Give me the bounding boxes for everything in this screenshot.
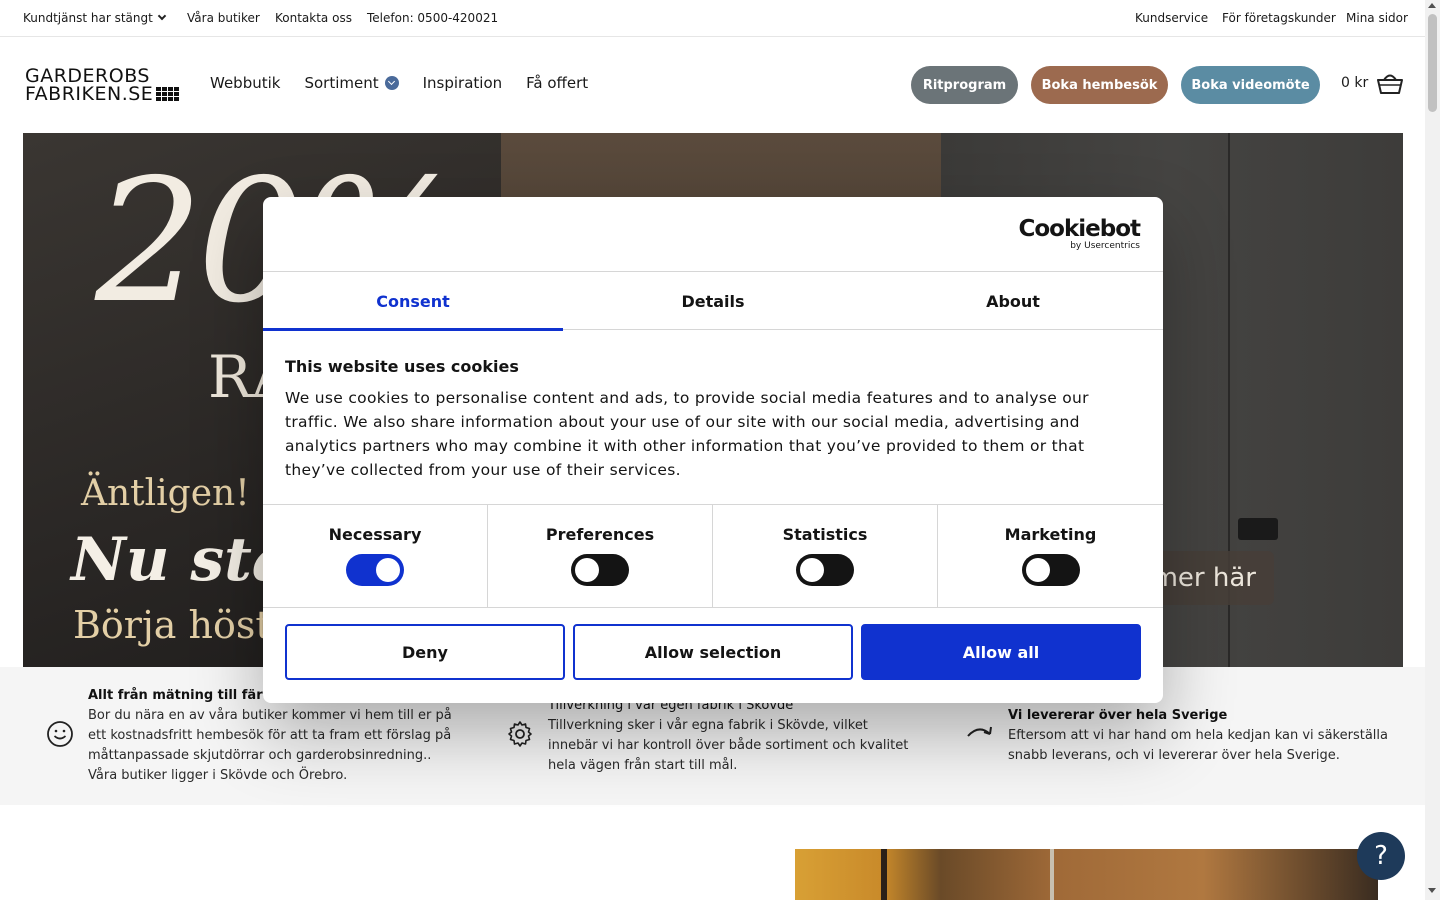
- scroll-up-icon[interactable]: [1428, 3, 1436, 8]
- cookiebot-brand: Cookiebot: [1018, 216, 1141, 242]
- contact-link[interactable]: Kontakta oss: [275, 11, 352, 25]
- statistics-toggle[interactable]: [796, 554, 854, 586]
- draw-program-button[interactable]: Ritprogram: [911, 66, 1018, 104]
- main-nav: Webbutik Sortiment Inspiration Få offert: [210, 74, 588, 92]
- image-detail: [881, 849, 887, 900]
- chevron-down-icon: [384, 76, 399, 90]
- hero-line-3: Börja höste: [73, 603, 294, 647]
- site-logo[interactable]: GARDEROBS FABRIKEN.SE: [25, 67, 180, 105]
- hero-line-2: Nu sta: [71, 525, 291, 595]
- category-label: Marketing: [1004, 525, 1097, 544]
- book-home-visit-button[interactable]: Boka hembesök: [1031, 66, 1168, 104]
- service-status-label: Kundtjänst har stängt: [23, 11, 153, 25]
- usp-text: Tillverkning sker i vår egna fabrik i Sk…: [548, 718, 909, 773]
- nav-inspiration[interactable]: Inspiration: [423, 74, 503, 92]
- usp-text: Bor du nära en av våra butiker kommer vi…: [88, 708, 452, 783]
- basket-icon: [1377, 74, 1404, 94]
- dialog-text: We use cookies to personalise content an…: [285, 389, 1089, 479]
- door-handle: [1238, 518, 1278, 540]
- dialog-heading: This website uses cookies: [285, 357, 519, 376]
- tab-about[interactable]: About: [863, 272, 1163, 330]
- nav-offert[interactable]: Få offert: [526, 74, 588, 92]
- cookiebot-logo[interactable]: Cookiebot by Usercentrics: [1018, 216, 1141, 251]
- book-video-meeting-button[interactable]: Boka videomöte: [1181, 66, 1320, 104]
- dialog-tabs: Consent Details About: [263, 272, 1163, 331]
- dialog-header: Cookiebot by Usercentrics: [263, 197, 1163, 272]
- usp-text: Eftersom att vi har hand om hela kedjan …: [1008, 728, 1388, 763]
- page-scrollbar[interactable]: [1425, 0, 1440, 900]
- logo-grid-icon: [156, 87, 180, 101]
- category-necessary: Necessary: [263, 505, 488, 607]
- scroll-down-icon[interactable]: [1428, 888, 1436, 893]
- hero-line-1: Äntligen!: [81, 473, 250, 514]
- marketing-toggle[interactable]: [1021, 554, 1080, 586]
- arrow-icon: [967, 726, 992, 737]
- image-detail: [1050, 849, 1054, 900]
- preferences-toggle[interactable]: [571, 554, 629, 586]
- tab-consent[interactable]: Consent: [263, 272, 563, 331]
- consent-categories: Necessary Preferences Statistics Marketi…: [263, 504, 1163, 608]
- service-status-dropdown[interactable]: Kundtjänst har stängt: [23, 11, 167, 25]
- logo-line-2: FABRIKEN.SE: [25, 83, 154, 105]
- cookiebot-byline: by Usercentrics: [1070, 241, 1140, 251]
- nav-sortiment[interactable]: Sortiment: [304, 74, 399, 92]
- allow-selection-button[interactable]: Allow selection: [573, 624, 853, 680]
- category-label: Preferences: [545, 525, 655, 544]
- category-preferences: Preferences: [488, 505, 713, 607]
- stores-link[interactable]: Våra butiker: [187, 11, 260, 25]
- chevron-down-icon: [157, 11, 167, 21]
- cart-button[interactable]: 0 kr: [1341, 71, 1404, 95]
- cookie-consent-dialog: Cookiebot by Usercentrics Consent Detail…: [263, 197, 1163, 703]
- cart-total: 0 kr: [1341, 75, 1369, 91]
- site-header: GARDEROBS FABRIKEN.SE Webbutik Sortiment…: [0, 37, 1425, 133]
- deny-button[interactable]: Deny: [285, 624, 565, 680]
- usp-item: Tillverkning i vår egen fabrik i Skövde …: [548, 696, 918, 776]
- nav-webbutik[interactable]: Webbutik: [210, 74, 280, 92]
- my-pages-link[interactable]: Mina sidor: [1346, 11, 1408, 25]
- dialog-body: This website uses cookies We use cookies…: [285, 357, 1135, 482]
- nav-sortiment-label: Sortiment: [304, 74, 379, 92]
- customer-service-link[interactable]: Kundservice: [1135, 11, 1208, 25]
- dialog-buttons: Deny Allow selection Allow all: [285, 624, 1141, 680]
- scrollbar-thumb[interactable]: [1428, 14, 1437, 112]
- phone-link[interactable]: Telefon: 0500-420021: [367, 11, 498, 25]
- help-button[interactable]: ?: [1357, 832, 1405, 880]
- usp-title: Vi levererar över hela Sverige: [1008, 708, 1228, 723]
- necessary-toggle[interactable]: [346, 554, 404, 586]
- category-statistics: Statistics: [713, 505, 938, 607]
- smiley-icon: [47, 721, 73, 747]
- tab-details[interactable]: Details: [563, 272, 863, 330]
- showroom-image: [795, 849, 1378, 900]
- usp-item: Vi levererar över hela Sverige Eftersom …: [1008, 706, 1388, 766]
- allow-all-button[interactable]: Allow all: [861, 624, 1141, 680]
- category-label: Statistics: [782, 525, 868, 544]
- category-marketing: Marketing: [938, 505, 1163, 607]
- business-link[interactable]: För företagskunder: [1222, 11, 1336, 25]
- gear-icon: [508, 721, 532, 747]
- category-label: Necessary: [328, 525, 422, 544]
- utility-bar: Kundtjänst har stängt Våra butiker Konta…: [0, 0, 1425, 37]
